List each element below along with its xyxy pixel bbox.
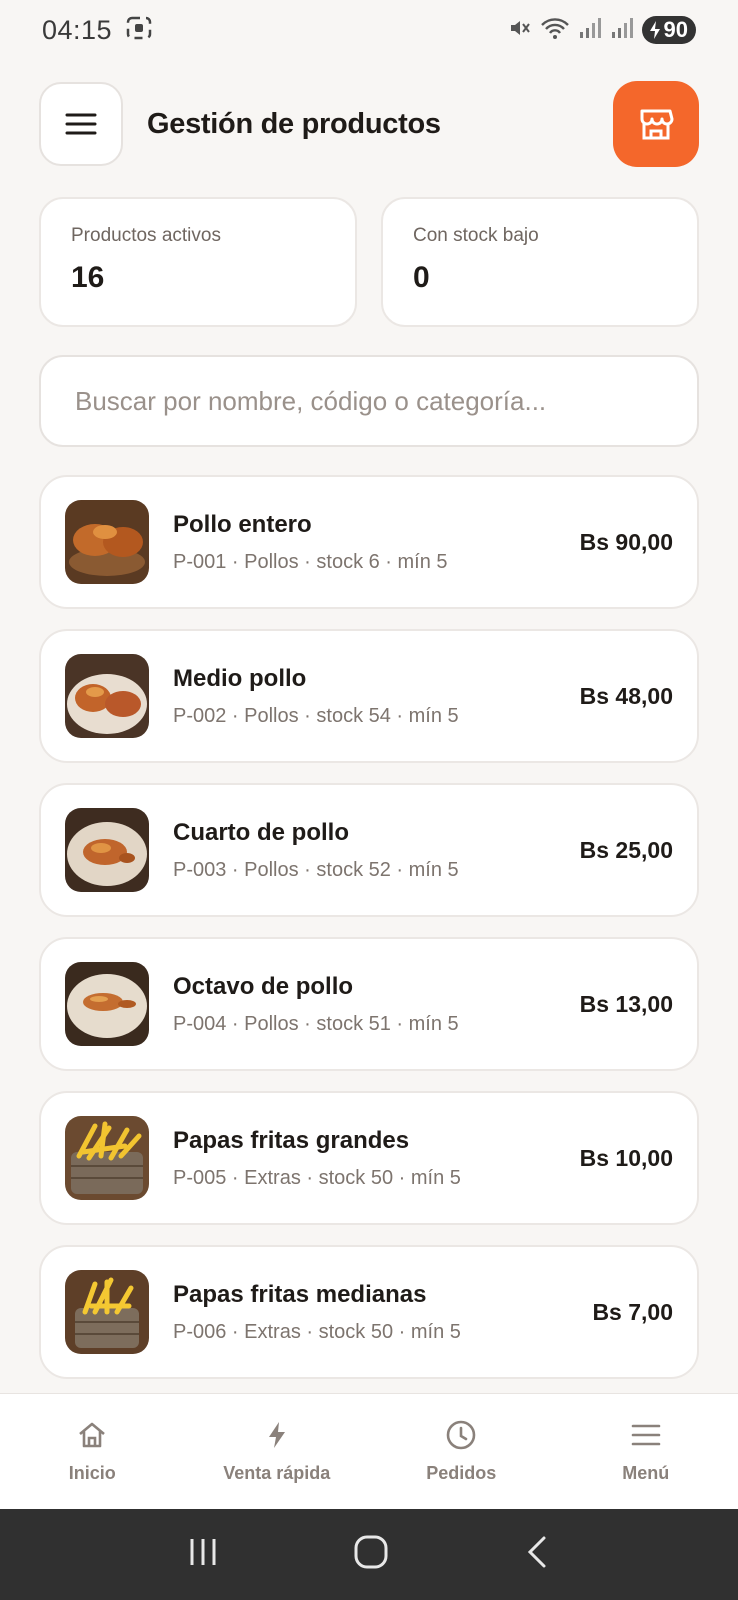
stat-value: 16 xyxy=(71,261,105,294)
nav-label: Venta rápida xyxy=(223,1463,331,1483)
product-image-whole-chicken xyxy=(65,500,149,584)
battery-level: 90 xyxy=(663,17,688,42)
product-name: Octavo de pollo xyxy=(173,972,354,1000)
stat-label: Productos activos xyxy=(71,225,221,246)
nav-item-venta-rapida[interactable]: Venta rápida xyxy=(185,1419,370,1484)
screenshot-icon xyxy=(126,16,152,45)
battery-indicator: 90 xyxy=(641,16,696,44)
mute-icon xyxy=(508,16,532,45)
search-input[interactable] xyxy=(75,385,663,417)
system-navigation-bar xyxy=(0,1509,738,1600)
back-icon xyxy=(527,1536,546,1568)
nav-label: Menú xyxy=(622,1463,670,1483)
product-image-quarter-chicken xyxy=(65,808,149,892)
product-card[interactable]: Medio pollo P-002 · Pollos · stock 54 · … xyxy=(39,629,699,763)
nav-item-menu[interactable]: Menú xyxy=(554,1419,738,1484)
stat-card-low-stock: Con stock bajo 0 xyxy=(381,197,699,327)
bottom-navigation: Inicio Venta rápida Pedidos Menú xyxy=(0,1393,738,1509)
clock-icon xyxy=(446,1420,476,1450)
product-image-eighth-chicken xyxy=(65,962,149,1046)
product-price: Bs 7,00 xyxy=(592,1298,673,1325)
recent-apps-icon xyxy=(190,1539,216,1565)
back-button[interactable] xyxy=(522,1534,552,1575)
store-button[interactable] xyxy=(613,81,699,167)
product-meta: P-002 · Pollos · stock 54 · mín 5 xyxy=(173,704,459,727)
product-meta: P-006 · Extras · stock 50 · mín 5 xyxy=(173,1320,461,1343)
product-list: Pollo entero P-001 · Pollos · stock 6 · … xyxy=(39,475,699,1399)
product-price: Bs 10,00 xyxy=(579,1144,673,1171)
product-name: Papas fritas grandes xyxy=(173,1126,410,1154)
product-image-medium-fries xyxy=(65,1270,149,1354)
stat-label: Con stock bajo xyxy=(413,225,539,246)
stat-card-active-products: Productos activos 16 xyxy=(39,197,357,327)
nav-label: Inicio xyxy=(68,1463,116,1483)
product-card[interactable]: Papas fritas medianas P-006 · Extras · s… xyxy=(39,1245,699,1379)
home-button[interactable] xyxy=(353,1534,389,1575)
product-meta: P-001 · Pollos · stock 6 · mín 5 xyxy=(173,550,448,573)
hamburger-icon xyxy=(65,113,97,135)
bolt-icon xyxy=(268,1422,285,1448)
product-meta: P-004 · Pollos · stock 51 · mín 5 xyxy=(173,1012,459,1035)
signal-icon xyxy=(578,16,602,45)
home-circle-icon xyxy=(354,1535,388,1569)
product-name: Medio pollo xyxy=(173,664,307,692)
menu-icon xyxy=(631,1424,661,1446)
app-header: Gestión de productos xyxy=(39,81,699,167)
store-icon xyxy=(640,109,674,140)
stats-row: Productos activos 16 Con stock bajo 0 xyxy=(39,197,699,327)
wifi-icon xyxy=(540,16,570,45)
product-price: Bs 48,00 xyxy=(579,682,673,709)
product-price: Bs 25,00 xyxy=(579,836,673,863)
nav-item-inicio[interactable]: Inicio xyxy=(0,1419,185,1484)
charging-icon xyxy=(649,21,660,39)
nav-item-pedidos[interactable]: Pedidos xyxy=(369,1419,554,1484)
product-name: Papas fritas medianas xyxy=(173,1280,427,1308)
search-box xyxy=(39,355,699,447)
page-title: Gestión de productos xyxy=(147,107,441,140)
product-price: Bs 13,00 xyxy=(579,990,673,1017)
hamburger-menu-button[interactable] xyxy=(39,82,123,166)
product-name: Pollo entero xyxy=(173,510,312,538)
product-image-half-chicken xyxy=(65,654,149,738)
product-image-large-fries xyxy=(65,1116,149,1200)
product-card[interactable]: Pollo entero P-001 · Pollos · stock 6 · … xyxy=(39,475,699,609)
product-meta: P-003 · Pollos · stock 52 · mín 5 xyxy=(173,858,459,881)
status-time: 04:15 xyxy=(42,14,113,45)
product-name: Cuarto de pollo xyxy=(173,818,349,846)
status-bar: 04:15 90 xyxy=(0,0,738,60)
product-card[interactable]: Cuarto de pollo P-003 · Pollos · stock 5… xyxy=(39,783,699,917)
recent-apps-button[interactable] xyxy=(186,1535,220,1574)
signal-icon-2 xyxy=(610,16,634,45)
stat-value: 0 xyxy=(413,261,430,294)
home-icon xyxy=(79,1422,106,1448)
product-card[interactable]: Octavo de pollo P-004 · Pollos · stock 5… xyxy=(39,937,699,1071)
nav-label: Pedidos xyxy=(426,1463,497,1483)
product-card[interactable]: Papas fritas grandes P-005 · Extras · st… xyxy=(39,1091,699,1225)
product-price: Bs 90,00 xyxy=(579,528,673,555)
product-meta: P-005 · Extras · stock 50 · mín 5 xyxy=(173,1166,461,1189)
